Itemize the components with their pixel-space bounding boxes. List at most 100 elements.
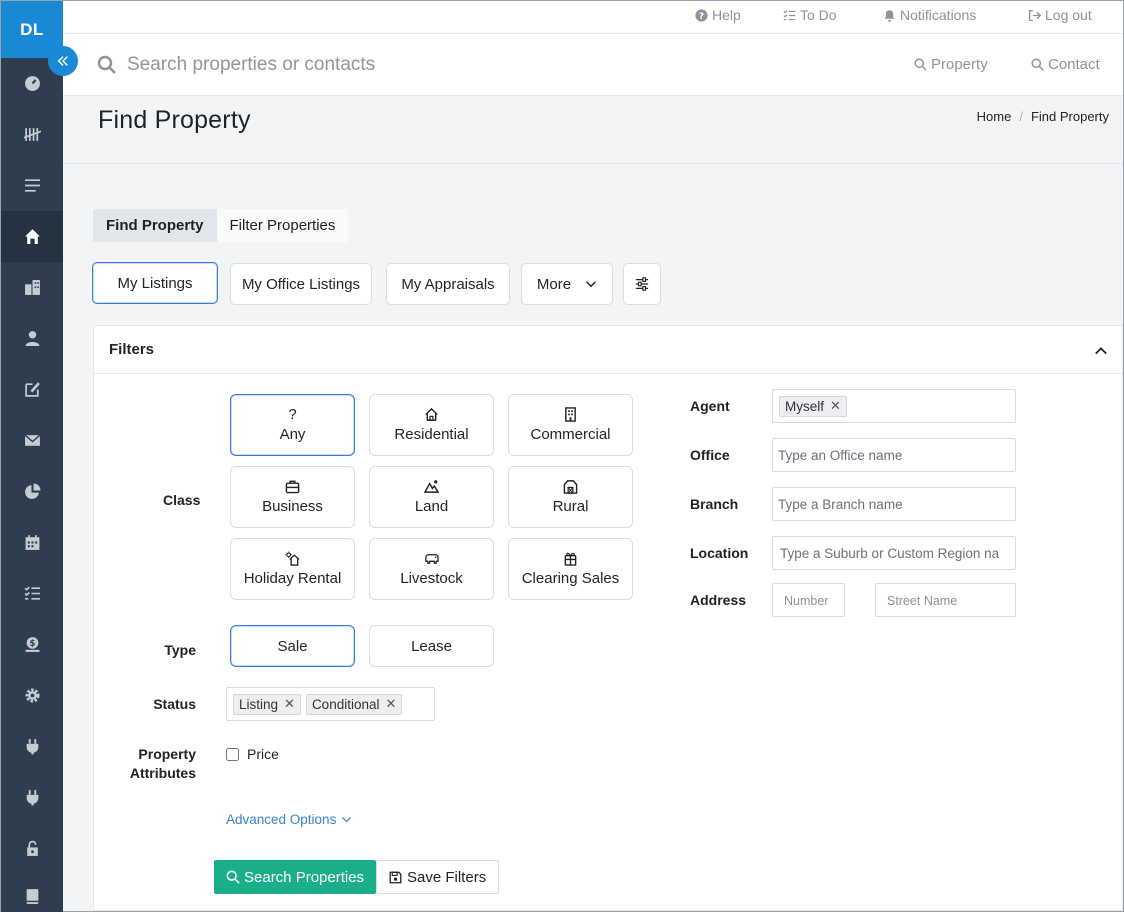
todo-link[interactable]: To Do bbox=[783, 7, 837, 23]
gear-icon[interactable] bbox=[1, 670, 63, 721]
type-sale-button[interactable]: Sale bbox=[230, 625, 355, 667]
price-attribute: Price bbox=[226, 746, 279, 762]
remove-tag-icon[interactable]: ✕ bbox=[385, 696, 396, 712]
breadcrumb-home[interactable]: Home bbox=[977, 109, 1012, 124]
status-label: Status bbox=[153, 696, 196, 712]
home-icon[interactable] bbox=[1, 211, 63, 262]
edit-icon[interactable] bbox=[1, 364, 63, 415]
my-office-listings-button[interactable]: My Office Listings bbox=[230, 263, 372, 305]
property-attributes-label-line1: Property bbox=[138, 746, 196, 762]
office-input[interactable] bbox=[772, 438, 1016, 472]
briefcase-icon bbox=[285, 480, 300, 494]
search-icon bbox=[914, 58, 927, 71]
filters-panel: Filters Class ? Any Residential Commerci… bbox=[93, 325, 1123, 911]
person-icon[interactable] bbox=[1, 313, 63, 364]
lock-icon[interactable] bbox=[1, 823, 63, 874]
tab-filter-properties[interactable]: Filter Properties bbox=[216, 209, 349, 242]
notifications-label: Notifications bbox=[900, 7, 977, 23]
type-label: Type bbox=[164, 642, 196, 658]
checklist-icon[interactable] bbox=[1, 568, 63, 619]
class-clearing-sales-card[interactable]: Clearing Sales bbox=[508, 538, 633, 600]
class-rural-card[interactable]: Rural bbox=[508, 466, 633, 528]
search-contact-button[interactable]: Contact bbox=[1031, 56, 1100, 73]
property-attributes-label-line2: Attributes bbox=[129, 765, 196, 781]
my-appraisals-button[interactable]: My Appraisals bbox=[386, 263, 510, 305]
chevron-down-icon bbox=[342, 816, 352, 823]
breadcrumb: Home / Find Property bbox=[977, 109, 1109, 124]
logout-icon bbox=[1028, 9, 1041, 21]
main-content: Find Property Filter Properties My Listi… bbox=[63, 164, 1123, 911]
money-icon[interactable]: $ bbox=[1, 619, 63, 670]
calendar-icon[interactable] bbox=[1, 517, 63, 568]
class-business-label: Business bbox=[262, 498, 323, 515]
price-label: Price bbox=[247, 746, 279, 762]
agent-select[interactable]: Myself ✕ bbox=[772, 389, 1016, 423]
logout-link[interactable]: Log out bbox=[1028, 7, 1092, 23]
chevron-up-icon[interactable] bbox=[1094, 344, 1108, 358]
remove-tag-icon[interactable]: ✕ bbox=[830, 398, 841, 414]
house-icon bbox=[425, 407, 438, 421]
help-link[interactable]: ? Help bbox=[695, 7, 741, 23]
class-any-label: Any bbox=[279, 426, 306, 443]
page-title: Find Property bbox=[98, 106, 251, 134]
chevron-down-icon bbox=[586, 281, 597, 288]
help-circle-icon: ? bbox=[695, 8, 708, 21]
class-commercial-card[interactable]: Commercial bbox=[508, 394, 633, 456]
collapse-sidebar-button[interactable] bbox=[48, 46, 78, 76]
my-listings-button[interactable]: My Listings bbox=[92, 262, 218, 304]
global-search-input[interactable] bbox=[127, 49, 587, 81]
notifications-link[interactable]: Notifications bbox=[883, 7, 976, 23]
floppy-disk-icon bbox=[389, 871, 402, 883]
address-street-input[interactable] bbox=[875, 583, 1016, 617]
save-filters-button[interactable]: Save Filters bbox=[376, 860, 500, 894]
help-label: Help bbox=[712, 7, 741, 23]
class-clearing-sales-label: Clearing Sales bbox=[521, 570, 620, 587]
breadcrumb-separator: / bbox=[1019, 109, 1023, 124]
global-search-bar: Property Contact bbox=[63, 35, 1123, 96]
tally-icon[interactable] bbox=[1, 109, 63, 160]
address-number-input[interactable] bbox=[772, 583, 845, 617]
status-tag-listing: Listing ✕ bbox=[233, 693, 301, 715]
class-commercial-label: Commercial bbox=[530, 426, 611, 443]
book-icon[interactable] bbox=[1, 871, 63, 912]
advanced-options-link[interactable]: Advanced Options bbox=[226, 812, 352, 827]
class-any-card[interactable]: ? Any bbox=[230, 394, 355, 456]
top-bar: ? Help To Do Notifications Log out bbox=[63, 1, 1123, 34]
search-icon bbox=[1031, 58, 1044, 71]
filters-header[interactable]: Filters bbox=[94, 326, 1122, 374]
search-properties-button[interactable]: Search Properties bbox=[214, 860, 377, 894]
class-residential-card[interactable]: Residential bbox=[369, 394, 494, 456]
class-land-card[interactable]: Land bbox=[369, 466, 494, 528]
search-property-button[interactable]: Property bbox=[914, 56, 988, 73]
status-tag-conditional-label: Conditional bbox=[311, 696, 380, 712]
tab-find-property[interactable]: Find Property bbox=[93, 209, 217, 242]
plug-icon[interactable] bbox=[1, 721, 63, 772]
filter-settings-button[interactable] bbox=[623, 263, 661, 305]
branch-input[interactable] bbox=[772, 487, 1016, 521]
status-tag-conditional: Conditional ✕ bbox=[305, 693, 403, 715]
tab-bar: Find Property Filter Properties bbox=[93, 209, 349, 242]
more-dropdown-button[interactable]: More bbox=[521, 263, 613, 305]
status-select[interactable]: Listing ✕ Conditional ✕ bbox=[226, 687, 435, 721]
type-lease-button[interactable]: Lease bbox=[369, 625, 494, 667]
breadcrumb-current: Find Property bbox=[1030, 109, 1109, 124]
svg-text:?: ? bbox=[699, 11, 704, 21]
remove-tag-icon[interactable]: ✕ bbox=[284, 696, 295, 712]
class-holiday-rental-label: Holiday Rental bbox=[243, 570, 342, 587]
plug-icon-2[interactable] bbox=[1, 772, 63, 823]
location-input[interactable] bbox=[772, 536, 1016, 570]
address-label: Address bbox=[690, 592, 747, 608]
envelope-icon[interactable] bbox=[1, 415, 63, 466]
class-livestock-card[interactable]: Livestock bbox=[369, 538, 494, 600]
property-label: Property bbox=[931, 56, 988, 73]
logout-label: Log out bbox=[1045, 7, 1092, 23]
branch-label: Branch bbox=[690, 496, 739, 512]
pie-chart-icon[interactable] bbox=[1, 466, 63, 517]
buildings-icon[interactable] bbox=[1, 262, 63, 313]
checklist-icon bbox=[783, 9, 796, 20]
class-business-card[interactable]: Business bbox=[230, 466, 355, 528]
class-rural-label: Rural bbox=[552, 498, 589, 515]
class-holiday-rental-card[interactable]: Holiday Rental bbox=[230, 538, 355, 600]
menu-icon[interactable] bbox=[1, 160, 63, 211]
price-checkbox[interactable] bbox=[226, 747, 239, 761]
